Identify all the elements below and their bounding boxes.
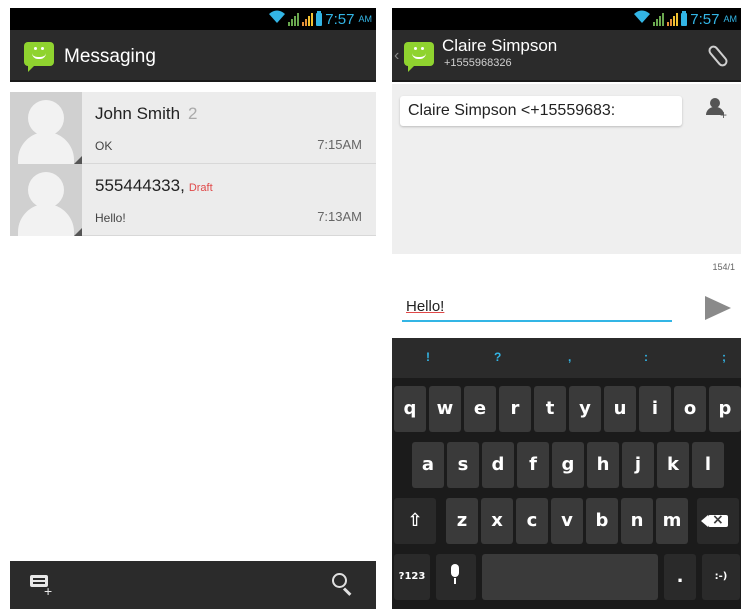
key-o[interactable]: o [674, 386, 706, 432]
backspace-icon [701, 511, 728, 529]
microphone-icon [450, 564, 460, 584]
suggestion[interactable]: ! [426, 350, 430, 364]
recipients-area: Claire Simpson <+15559683: + [392, 84, 741, 254]
space-key[interactable] [482, 554, 658, 600]
key-h[interactable]: h [587, 442, 619, 488]
key-l[interactable]: l [692, 442, 724, 488]
contact-number: +1555968326 [444, 57, 512, 69]
status-time: 7:57 [325, 10, 355, 28]
battery-icon [316, 10, 323, 26]
contact-avatar[interactable] [10, 92, 82, 164]
wifi-icon [269, 10, 286, 28]
key-r[interactable]: r [499, 386, 531, 432]
key-j[interactable]: j [622, 442, 654, 488]
backspace-key[interactable] [697, 498, 739, 544]
conversation-item[interactable]: John Smith 2 OK 7:15AM [10, 92, 376, 164]
messaging-app-icon[interactable] [24, 42, 54, 72]
key-f[interactable]: f [517, 442, 549, 488]
key-c[interactable]: c [516, 498, 548, 544]
status-bar: 7:57 AM [392, 8, 741, 30]
key-i[interactable]: i [639, 386, 671, 432]
character-counter: 154/1 [712, 262, 735, 272]
message-text: Hello! [406, 298, 445, 315]
recipient-field[interactable]: Claire Simpson <+15559683: [400, 96, 682, 126]
signal-strength-icon [288, 12, 300, 26]
shift-key[interactable]: ⇧ [394, 498, 436, 544]
contact-avatar[interactable] [10, 164, 82, 236]
key-a[interactable]: a [412, 442, 444, 488]
status-ampm: AM [358, 14, 373, 24]
shift-arrow-icon: ⇧ [407, 510, 423, 531]
conversation-name: 555444333, Draft [95, 176, 213, 195]
signal-strength-icon [667, 12, 679, 26]
conversation-name: John Smith 2 [95, 104, 198, 123]
suggestion[interactable]: ? [494, 350, 501, 364]
search-icon[interactable] [332, 573, 354, 596]
compose-message-screen: 7:57 AM ‹ Claire Simpson +1555968326 Clai… [392, 8, 741, 609]
key-m[interactable]: m [656, 498, 688, 544]
suggestion[interactable]: , [568, 350, 571, 364]
action-bar: Messaging [10, 30, 376, 82]
key-p[interactable]: p [709, 386, 741, 432]
suggestion[interactable]: ; [722, 350, 726, 364]
soft-keyboard: ! ? , : ; q w e r t y u i o p a s d f g … [392, 338, 741, 609]
wifi-icon [634, 10, 651, 28]
conversation-time: 7:15AM [317, 137, 362, 152]
status-time: 7:57 [690, 10, 720, 28]
conversation-time: 7:13AM [317, 209, 362, 224]
key-u[interactable]: u [604, 386, 636, 432]
bottom-action-bar: + [10, 561, 376, 609]
back-chevron-icon[interactable]: ‹ [394, 47, 399, 65]
smiley-key[interactable]: :-) [702, 554, 740, 600]
key-x[interactable]: x [481, 498, 513, 544]
compose-new-icon[interactable]: + [30, 575, 52, 598]
suggestion-strip: ! ? , : ; [392, 338, 741, 378]
action-bar: ‹ Claire Simpson +1555968326 [392, 30, 741, 82]
key-n[interactable]: n [621, 498, 653, 544]
key-w[interactable]: w [429, 386, 461, 432]
attach-paperclip-icon[interactable] [706, 43, 730, 69]
message-input[interactable]: Hello! [402, 292, 672, 322]
conversation-item[interactable]: 555444333, Draft Hello! 7:13AM [10, 164, 376, 236]
conversation-snippet: OK [95, 139, 113, 153]
compose-area: 154/1 Hello! [392, 254, 741, 338]
key-b[interactable]: b [586, 498, 618, 544]
signal-strength-icon [302, 12, 314, 26]
contact-name: Claire Simpson [442, 36, 558, 55]
conversation-list-screen: 7:57 AM Messaging John Smith 2 OK 7:15AM 5… [10, 8, 376, 609]
draft-label: Draft [188, 182, 213, 194]
key-e[interactable]: e [464, 386, 496, 432]
conversation-snippet: Hello! [95, 211, 126, 225]
key-s[interactable]: s [447, 442, 479, 488]
add-contact-icon[interactable]: + [706, 98, 728, 122]
key-k[interactable]: k [657, 442, 689, 488]
messaging-app-icon[interactable] [404, 42, 434, 72]
status-ampm: AM [723, 14, 738, 24]
send-icon[interactable] [705, 296, 731, 320]
key-v[interactable]: v [551, 498, 583, 544]
message-count: 2 [188, 104, 198, 123]
suggestion[interactable]: : [644, 350, 648, 364]
status-bar: 7:57 AM [10, 8, 376, 30]
key-y[interactable]: y [569, 386, 601, 432]
key-t[interactable]: t [534, 386, 566, 432]
key-g[interactable]: g [552, 442, 584, 488]
period-key[interactable]: . [664, 554, 696, 600]
battery-icon [681, 10, 688, 26]
app-title: Messaging [64, 46, 156, 67]
key-d[interactable]: d [482, 442, 514, 488]
key-z[interactable]: z [446, 498, 478, 544]
voice-input-key[interactable] [436, 554, 476, 600]
signal-strength-icon [653, 12, 665, 26]
conversation-list: John Smith 2 OK 7:15AM 555444333, Draft He… [10, 92, 376, 236]
key-q[interactable]: q [394, 386, 426, 432]
symbols-key[interactable]: ?123 [394, 554, 430, 600]
